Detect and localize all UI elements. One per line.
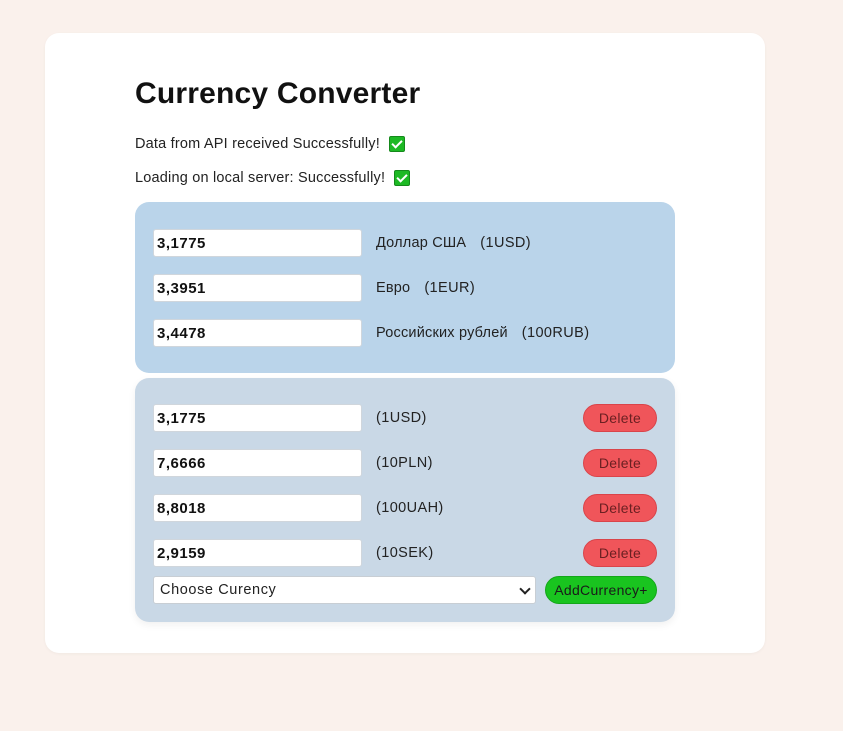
chevron-down-icon (519, 583, 531, 595)
currency-code: (100RUB) (521, 325, 590, 341)
fixed-rate-row: Российских рублей (100RUB) (153, 319, 657, 347)
delete-button[interactable]: Delete (583, 494, 657, 522)
rate-input[interactable] (153, 404, 362, 432)
status-api: Data from API received Successfully! (135, 136, 405, 152)
delete-button[interactable]: Delete (583, 404, 657, 432)
add-currency-row: Choose Curency AddCurrency+ (153, 576, 657, 604)
rate-input[interactable] (153, 229, 362, 257)
fixed-rate-row: Доллар США (1USD) (153, 229, 657, 257)
delete-button[interactable]: Delete (583, 449, 657, 477)
currency-select[interactable]: Choose Curency (153, 576, 536, 604)
currency-code: (1USD) (480, 235, 531, 251)
status-local: Loading on local server: Successfully! (135, 170, 411, 186)
currency-code: (1EUR) (424, 280, 476, 296)
rate-input[interactable] (153, 319, 362, 347)
checkmark-icon (388, 136, 405, 152)
fixed-rates-panel: Доллар США (1USD) Евро (1EUR) Российских… (135, 202, 675, 373)
delete-button[interactable]: Delete (583, 539, 657, 567)
currency-name: Российских рублей (376, 325, 508, 341)
rate-input[interactable] (153, 494, 362, 522)
currency-code: (10SEK) (376, 545, 434, 561)
currency-name: Евро (376, 280, 411, 296)
custom-rate-row: (10SEK) Delete (153, 539, 657, 567)
custom-rate-row: (1USD) Delete (153, 404, 657, 432)
fixed-rate-row: Евро (1EUR) (153, 274, 657, 302)
currency-name: Доллар США (376, 235, 467, 251)
rate-input[interactable] (153, 274, 362, 302)
page-title: Currency Converter (135, 77, 421, 110)
converter-card: Currency Converter Data from API receive… (45, 33, 765, 653)
custom-rate-row: (10PLN) Delete (153, 449, 657, 477)
status-local-text: Loading on local server: Successfully! (135, 170, 386, 186)
currency-select-value: Choose Curency (160, 582, 277, 598)
rate-input[interactable] (153, 539, 362, 567)
status-api-text: Data from API received Successfully! (135, 136, 380, 152)
currency-code: (1USD) (376, 410, 427, 426)
custom-rate-row: (100UAH) Delete (153, 494, 657, 522)
currency-code: (10PLN) (376, 455, 433, 471)
checkmark-icon (394, 170, 411, 186)
add-currency-button[interactable]: AddCurrency+ (545, 576, 657, 604)
currency-code: (100UAH) (376, 500, 444, 516)
rate-input[interactable] (153, 449, 362, 477)
custom-rates-panel: (1USD) Delete (10PLN) Delete (100UAH) De… (135, 378, 675, 622)
